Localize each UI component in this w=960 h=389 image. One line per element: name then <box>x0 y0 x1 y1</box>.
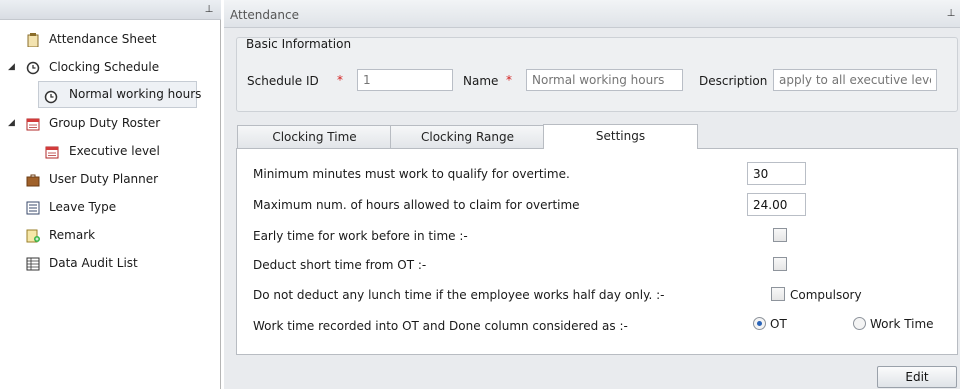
tab-settings[interactable]: Settings <box>543 124 698 149</box>
ot-radio-label: OT <box>770 317 787 331</box>
tree-item-clocking-schedule[interactable]: ◢ Clocking Schedule <box>0 56 221 78</box>
min-minutes-input[interactable] <box>747 162 806 185</box>
description-input[interactable] <box>773 69 937 91</box>
calendar-icon <box>45 144 59 159</box>
tree-item-remark[interactable]: Remark <box>0 224 221 246</box>
clipboard-icon <box>26 32 40 48</box>
description-label: Description <box>699 74 768 88</box>
schedule-id-label: Schedule ID <box>247 74 319 88</box>
deduct-short-checkbox[interactable] <box>773 257 787 271</box>
worktime-label: Work time recorded into OT and Done colu… <box>253 319 628 333</box>
clock-icon <box>26 60 40 75</box>
compulsory-label: Compulsory <box>790 288 862 302</box>
tree-item-group-duty-roster[interactable]: ◢ Group Duty Roster <box>0 112 221 134</box>
tree-item-data-audit-list[interactable]: Data Audit List <box>0 252 221 274</box>
tree-item-normal-working-hours[interactable]: Normal working hours <box>38 81 201 108</box>
expand-arrow-icon[interactable]: ◢ <box>8 112 15 134</box>
no-deduct-lunch-label: Do not deduct any lunch time if the empl… <box>253 288 665 302</box>
compulsory-checkbox[interactable] <box>771 287 785 301</box>
tree-item-label: Normal working hours <box>69 87 202 101</box>
briefcase-icon <box>26 172 40 187</box>
expand-arrow-icon[interactable]: ◢ <box>8 56 15 78</box>
max-hours-label: Maximum num. of hours allowed to claim f… <box>253 198 580 212</box>
pin-icon[interactable]: ⊥ <box>204 4 214 16</box>
max-hours-input[interactable] <box>747 193 806 216</box>
tree-item-label: Clocking Schedule <box>49 60 160 74</box>
name-label: Name <box>463 74 499 88</box>
schedule-id-input[interactable] <box>357 69 453 91</box>
table-icon <box>26 256 40 271</box>
early-time-label: Early time for work before in time :- <box>253 229 468 243</box>
tab-clocking-time[interactable]: Clocking Time <box>237 125 392 149</box>
tree-item-label: Executive level <box>69 144 160 158</box>
required-mark: * <box>337 73 343 87</box>
deduct-short-label: Deduct short time from OT :- <box>253 258 427 272</box>
tree-item-label: Group Duty Roster <box>49 116 161 130</box>
page-title: Attendance <box>230 8 299 22</box>
tree-item-attendance-sheet[interactable]: Attendance Sheet <box>0 28 221 50</box>
required-mark: * <box>506 73 512 87</box>
edit-button[interactable]: Edit <box>877 366 957 388</box>
tree-item-user-duty-planner[interactable]: User Duty Planner <box>0 168 221 190</box>
tree-item-label: Data Audit List <box>49 256 138 270</box>
tree-item-label: User Duty Planner <box>49 172 159 186</box>
note-add-icon <box>26 228 40 243</box>
name-input[interactable] <box>526 69 683 91</box>
early-time-checkbox[interactable] <box>773 228 787 242</box>
tree-item-leave-type[interactable]: Leave Type <box>0 196 221 218</box>
navigation-panel-header <box>0 0 221 20</box>
tree-item-label: Remark <box>49 228 96 242</box>
group-title: Basic Information <box>246 37 352 51</box>
ot-radio[interactable] <box>753 317 766 330</box>
tab-joint <box>544 147 697 150</box>
tree-item-label: Leave Type <box>49 200 117 214</box>
pin-icon[interactable]: ⊥ <box>946 8 956 20</box>
tree-item-executive-level[interactable]: Executive level <box>0 140 221 162</box>
clock-icon <box>44 88 58 104</box>
main-panel-header <box>224 0 960 28</box>
work-time-radio[interactable] <box>853 317 866 330</box>
list-icon <box>26 200 40 215</box>
tab-clocking-range[interactable]: Clocking Range <box>390 125 545 149</box>
work-time-radio-label: Work Time <box>870 317 934 331</box>
min-minutes-label: Minimum minutes must work to qualify for… <box>253 167 570 181</box>
tree-item-label: Attendance Sheet <box>49 32 157 46</box>
calendar-icon <box>26 116 40 131</box>
